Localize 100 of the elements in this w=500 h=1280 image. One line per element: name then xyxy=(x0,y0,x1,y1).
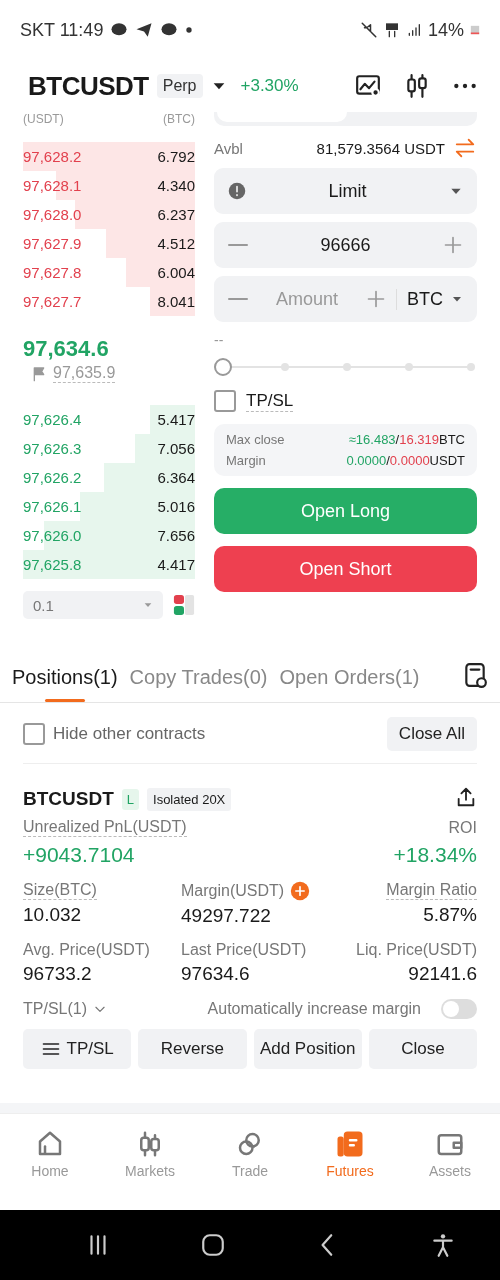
nav-item[interactable]: Assets xyxy=(400,1114,500,1194)
stat-value: 10.032 xyxy=(23,904,83,926)
available-balance: 81,579.3564 USDT xyxy=(316,139,445,157)
price-column-header: (USDT) xyxy=(23,112,64,126)
available-label: Avbl xyxy=(214,139,243,157)
margin-mode-tag: Isolated 20X xyxy=(147,787,232,811)
stat-value: 92141.6 xyxy=(408,963,477,985)
bid-size: 7.056 xyxy=(157,440,195,457)
order-history-icon[interactable] xyxy=(462,660,488,690)
slider-tick xyxy=(405,363,413,371)
ask-size: 4.512 xyxy=(157,235,195,252)
ask-size: 6.237 xyxy=(157,206,195,223)
ask-price[interactable]: 97,627.9 xyxy=(23,235,82,252)
stat-label: Margin(USDT) xyxy=(181,882,285,900)
ask-size: 8.041 xyxy=(157,293,195,310)
slider-thumb[interactable] xyxy=(214,358,232,376)
info-label: Max close xyxy=(226,432,285,447)
pnl-value: +9043.7104 xyxy=(23,843,135,867)
info-label: Margin xyxy=(226,453,266,468)
open-long-button[interactable]: Open Long xyxy=(214,488,477,534)
ask-size: 4.340 xyxy=(157,177,195,194)
ask-price[interactable]: 97,627.7 xyxy=(23,293,82,310)
paper-plane-icon xyxy=(135,21,154,39)
tpsl-count[interactable]: TP/SL(1) xyxy=(23,1000,87,1018)
plus-icon xyxy=(366,289,386,309)
stat-label: Margin Ratio xyxy=(386,881,477,900)
slider-tick xyxy=(281,363,289,371)
symbol-title[interactable]: BTCUSDT xyxy=(28,70,149,102)
stat-label: Size(BTC) xyxy=(23,881,97,900)
nav-item[interactable]: Home xyxy=(0,1114,100,1194)
roi-value: +18.34% xyxy=(393,843,477,867)
network-icon xyxy=(383,21,400,39)
hide-contracts-label: Hide other contracts xyxy=(53,724,206,744)
ask-price[interactable]: 97,627.8 xyxy=(23,264,82,281)
position-action-button[interactable]: Add Position xyxy=(253,1029,362,1069)
amount-field[interactable]: Amount BTC xyxy=(214,276,477,322)
close-all-button[interactable]: Close All xyxy=(386,717,477,751)
bid-price[interactable]: 97,626.4 xyxy=(23,411,82,428)
slider-tick xyxy=(467,363,475,371)
add-icon[interactable] xyxy=(290,881,311,901)
stat-value: 97634.6 xyxy=(181,963,251,985)
book-layout-icon[interactable] xyxy=(173,593,195,617)
bid-price[interactable]: 97,626.3 xyxy=(23,440,82,457)
info-icon xyxy=(228,182,246,200)
position-tab[interactable]: Open Orders(1) xyxy=(279,652,420,702)
auto-margin-toggle[interactable] xyxy=(441,999,477,1019)
swap-icon[interactable] xyxy=(453,137,477,159)
battery-percentage: 14% xyxy=(427,19,464,41)
mark-price: 97,635.9 xyxy=(53,364,116,383)
stat-value: 96733.2 xyxy=(23,963,93,985)
stat-label: Last Price(USDT) xyxy=(181,941,307,959)
nav-item[interactable]: Futures xyxy=(300,1114,400,1194)
price-field[interactable]: 96666 xyxy=(214,222,477,268)
bid-price[interactable]: 97,626.1 xyxy=(23,498,82,515)
size-column-header: (BTC) xyxy=(163,112,195,126)
bid-price[interactable]: 97,626.0 xyxy=(23,527,82,544)
price-change: +3.30% xyxy=(240,76,299,96)
perp-tag: Perp xyxy=(156,74,203,98)
bid-price[interactable]: 97,625.8 xyxy=(23,556,82,573)
hide-contracts-checkbox[interactable] xyxy=(23,723,45,745)
home-button-icon[interactable] xyxy=(199,1232,226,1258)
bid-size: 7.656 xyxy=(157,527,195,544)
nav-item[interactable]: Trade xyxy=(200,1114,300,1194)
stat-label: Avg. Price(USDT) xyxy=(23,941,150,959)
ask-price[interactable]: 97,628.2 xyxy=(23,148,82,165)
unit-dropdown[interactable]: BTC xyxy=(407,288,443,310)
bid-size: 4.417 xyxy=(157,556,195,573)
stat-value: 49297.722 xyxy=(181,905,272,927)
auto-margin-label: Automatically increase margin xyxy=(207,1000,421,1018)
tpsl-label: TP/SL xyxy=(246,390,294,412)
position-tab[interactable]: Positions(1) xyxy=(12,652,118,702)
flag-icon xyxy=(31,365,47,382)
open-short-button[interactable]: Open Short xyxy=(214,546,477,592)
pnl-label: Unrealized PnL(USDT) xyxy=(23,818,187,837)
bid-size: 5.016 xyxy=(157,498,195,515)
status-time: SKT 11:49 xyxy=(20,19,104,41)
bid-size: 6.364 xyxy=(157,469,195,486)
tpsl-checkbox[interactable] xyxy=(214,390,236,412)
info-value: 0.0000/0.0000USDT xyxy=(346,453,465,468)
ask-price[interactable]: 97,628.0 xyxy=(23,206,82,223)
plus-icon xyxy=(443,235,463,255)
position-action-button[interactable]: Reverse xyxy=(138,1029,247,1069)
bid-price[interactable]: 97,626.2 xyxy=(23,469,82,486)
dot-icon xyxy=(185,26,194,34)
candlestick-icon[interactable] xyxy=(404,73,430,99)
ask-size: 6.004 xyxy=(157,264,195,281)
document-icon xyxy=(335,1129,365,1159)
cost-estimate: -- xyxy=(214,332,225,348)
last-price: 97,634.6 xyxy=(23,336,110,362)
position-tab[interactable]: Copy Trades(0) xyxy=(129,652,268,702)
slider-tick xyxy=(343,363,351,371)
order-type-dropdown[interactable]: Limit xyxy=(214,168,477,214)
info-value: ≈16.483/16.319BTC xyxy=(348,432,465,447)
nav-item[interactable]: Markets xyxy=(100,1114,200,1194)
position-action-button[interactable]: TP/SL xyxy=(23,1029,132,1069)
depth-dropdown[interactable]: 0.1 xyxy=(23,591,163,619)
share-icon[interactable] xyxy=(455,786,477,808)
mute-icon xyxy=(359,21,378,39)
ask-price[interactable]: 97,628.1 xyxy=(23,177,82,194)
position-action-button[interactable]: Close xyxy=(368,1029,477,1069)
